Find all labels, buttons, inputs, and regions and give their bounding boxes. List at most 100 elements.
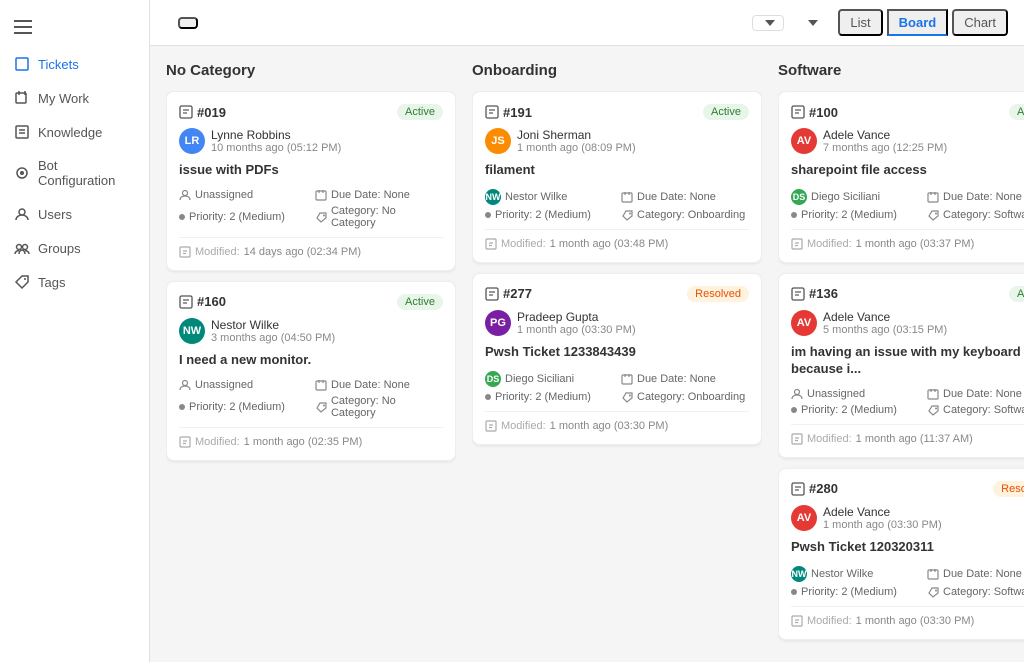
sidebar-item-label: Tickets <box>38 57 79 72</box>
modified-time: 1 month ago (02:35 PM) <box>244 436 363 448</box>
chevron-down-icon <box>808 20 818 26</box>
bot-config-icon <box>14 165 30 181</box>
modified-label: Modified: <box>807 238 852 250</box>
ticket-number: #191 <box>503 105 532 120</box>
view-switcher: List Board Chart <box>838 9 1008 36</box>
tags-icon <box>14 274 30 290</box>
ticket-card[interactable]: #280 Resolved AV Adele Vance 1 month ago… <box>778 468 1024 640</box>
assigned-field: NW Nestor Wilke <box>485 189 613 205</box>
status-badge: Active <box>1009 104 1024 120</box>
modified-label: Modified: <box>807 433 852 445</box>
card-header: #136 Active <box>791 286 1024 302</box>
sidebar-item-groups[interactable]: Groups <box>0 231 149 265</box>
assigned-field: DS Diego Siciliani <box>791 189 919 205</box>
modified-icon <box>485 238 497 250</box>
card-id: #277 <box>485 286 532 301</box>
modified-icon <box>179 436 191 448</box>
card-header: #280 Resolved <box>791 481 1024 497</box>
card-meta: NW Nestor Wilke Due Date: None Priority:… <box>791 566 1024 598</box>
group-by-dropdown[interactable] <box>796 16 826 30</box>
modified-icon <box>485 420 497 432</box>
add-ticket-button[interactable] <box>178 17 198 29</box>
category-field: Category: Onboarding <box>621 209 749 221</box>
hamburger-icon[interactable] <box>0 10 149 47</box>
tag-icon <box>621 209 633 221</box>
card-title: issue with PDFs <box>179 162 443 179</box>
chevron-down-icon <box>765 20 775 26</box>
card-header: #191 Active <box>485 104 749 120</box>
ticket-card[interactable]: #100 Active AV Adele Vance 7 months ago … <box>778 91 1024 263</box>
category-field: Category: No Category <box>315 395 443 419</box>
due-date-field: Due Date: None <box>621 189 749 205</box>
filter-dropdown[interactable] <box>752 15 784 31</box>
card-id: #191 <box>485 105 532 120</box>
column-cards-onboarding: #191 Active JS Joni Sherman 1 month ago … <box>472 91 762 453</box>
tag-icon <box>315 211 327 223</box>
ticket-card[interactable]: #277 Resolved PG Pradeep Gupta 1 month a… <box>472 273 762 445</box>
card-title: sharepoint file access <box>791 162 1024 179</box>
ticket-icon <box>485 105 499 119</box>
card-id: #160 <box>179 294 226 309</box>
modified-time: 1 month ago (03:37 PM) <box>856 238 975 250</box>
creator-avatar: NW <box>179 318 205 344</box>
sidebar-item-my-work[interactable]: My Work <box>0 81 149 115</box>
assignee-avatar: NW <box>791 566 807 582</box>
creator-avatar: AV <box>791 310 817 336</box>
assigned-field: Unassigned <box>179 189 307 201</box>
priority-field: Priority: 2 (Medium) <box>179 205 307 229</box>
ticket-card[interactable]: #191 Active JS Joni Sherman 1 month ago … <box>472 91 762 263</box>
tag-icon <box>927 586 939 598</box>
priority-dot <box>179 214 185 220</box>
ticket-icon <box>179 105 193 119</box>
board-view-button[interactable]: Board <box>887 9 949 36</box>
card-meta: DS Diego Siciliani Due Date: None Priori… <box>485 371 749 403</box>
chart-view-button[interactable]: Chart <box>952 9 1008 36</box>
sidebar-item-users[interactable]: Users <box>0 197 149 231</box>
due-date-field: Due Date: None <box>315 379 443 391</box>
sidebar-item-tickets[interactable]: Tickets <box>0 47 149 81</box>
modified-label: Modified: <box>807 615 852 627</box>
sidebar: Tickets My Work Knowledge Bot Configurat… <box>0 0 150 662</box>
category-field: Category: No Category <box>315 205 443 229</box>
ticket-number: #280 <box>809 481 838 496</box>
assigned-field: Unassigned <box>791 388 919 400</box>
card-title: im having an issue with my keyboard beca… <box>791 344 1024 378</box>
card-footer: Modified: 1 month ago (02:35 PM) <box>179 427 443 448</box>
ticket-icon <box>791 482 805 496</box>
sidebar-item-label: Bot Configuration <box>38 158 135 188</box>
sidebar-item-tags[interactable]: Tags <box>0 265 149 299</box>
assigned-field: DS Diego Siciliani <box>485 371 613 387</box>
priority-dot <box>791 589 797 595</box>
column-header-software: Software <box>778 62 1024 91</box>
column-header-onboarding: Onboarding <box>472 62 762 91</box>
card-footer: Modified: 1 month ago (03:30 PM) <box>791 606 1024 627</box>
column-cards-software: #100 Active AV Adele Vance 7 months ago … <box>778 91 1024 646</box>
modified-label: Modified: <box>195 246 240 258</box>
priority-field: Priority: 2 (Medium) <box>485 209 613 221</box>
creator-time: 1 month ago (08:09 PM) <box>517 142 636 154</box>
ticket-icon <box>791 105 805 119</box>
ticket-card[interactable]: #136 Active AV Adele Vance 5 months ago … <box>778 273 1024 458</box>
sidebar-item-knowledge[interactable]: Knowledge <box>0 115 149 149</box>
ticket-number: #277 <box>503 286 532 301</box>
card-title: Pwsh Ticket 1233843439 <box>485 344 749 361</box>
tag-icon <box>927 404 939 416</box>
creator-name: Pradeep Gupta <box>517 310 636 324</box>
sidebar-item-label: Groups <box>38 241 81 256</box>
modified-icon <box>791 433 803 445</box>
sidebar-item-bot-config[interactable]: Bot Configuration <box>0 149 149 197</box>
assigned-field: Unassigned <box>179 379 307 391</box>
ticket-number: #136 <box>809 286 838 301</box>
creator-avatar: AV <box>791 505 817 531</box>
list-view-button[interactable]: List <box>838 9 882 36</box>
card-footer: Modified: 1 month ago (03:30 PM) <box>485 411 749 432</box>
card-title: I need a new monitor. <box>179 352 443 369</box>
category-field: Category: Software <box>927 209 1024 221</box>
ticket-card[interactable]: #160 Active NW Nestor Wilke 3 months ago… <box>166 281 456 461</box>
users-icon <box>14 206 30 222</box>
ticket-card[interactable]: #019 Active LR Lynne Robbins 10 months a… <box>166 91 456 271</box>
card-meta: Unassigned Due Date: None Priority: 2 (M… <box>179 379 443 419</box>
ticket-icon <box>179 295 193 309</box>
ticket-number: #100 <box>809 105 838 120</box>
status-badge: Resolved <box>993 481 1024 497</box>
